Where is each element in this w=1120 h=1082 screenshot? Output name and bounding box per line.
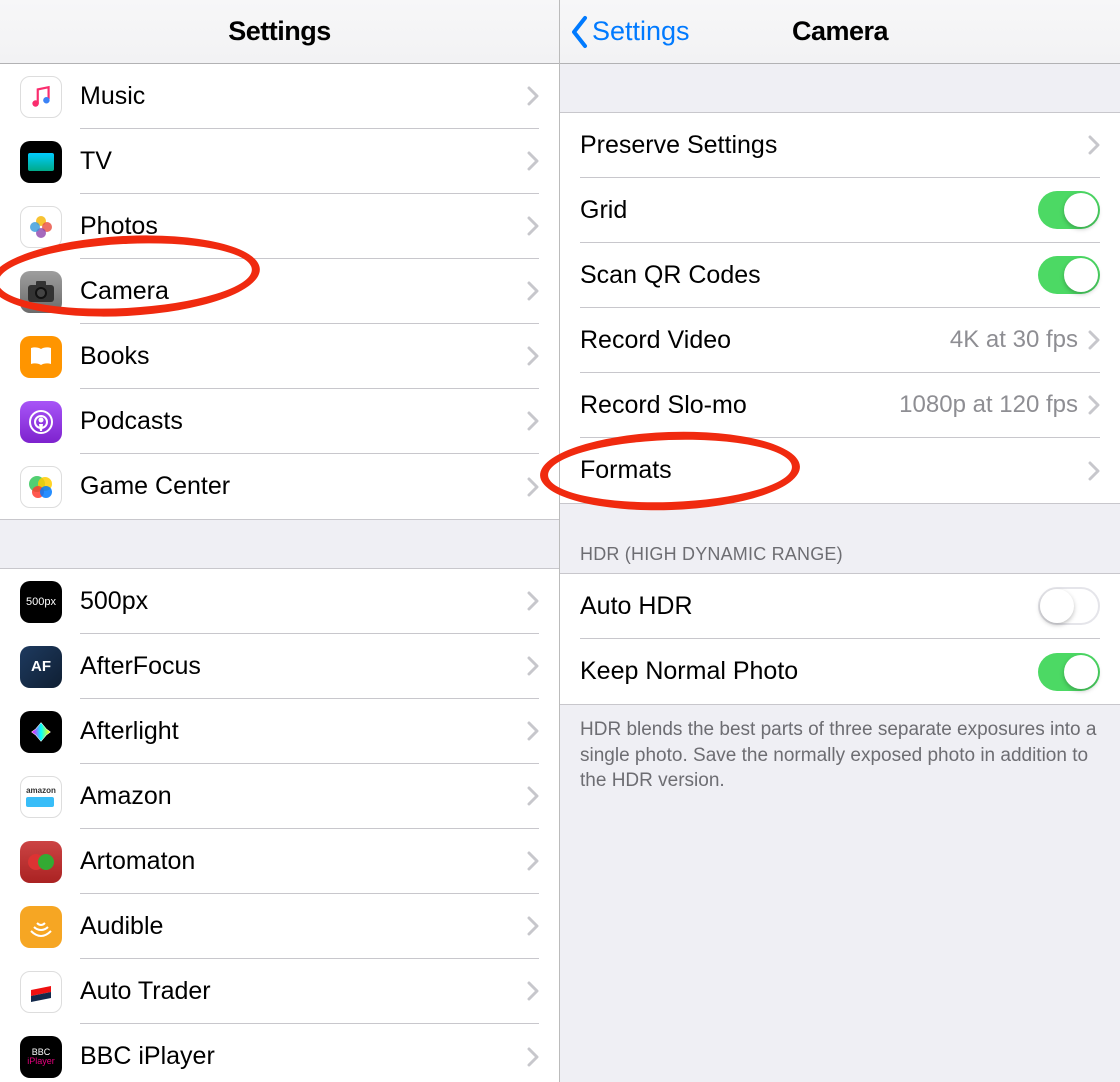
row-scan-qr[interactable]: Scan QR Codes: [560, 243, 1120, 308]
row-label: Formats: [580, 456, 1088, 485]
row-podcasts[interactable]: Podcasts: [0, 389, 559, 454]
row-record-video[interactable]: Record Video 4K at 30 fps: [560, 308, 1120, 373]
row-artomaton[interactable]: Artomaton: [0, 829, 559, 894]
books-icon: [20, 336, 62, 378]
chevron-right-icon: [1088, 395, 1100, 415]
toggle-auto-hdr[interactable]: [1038, 587, 1100, 625]
gamecenter-icon: [20, 466, 62, 508]
settings-list[interactable]: Music TV Photos Camera: [0, 64, 559, 1082]
chevron-right-icon: [527, 151, 539, 171]
toggle-scan-qr[interactable]: [1038, 256, 1100, 294]
row-afterfocus[interactable]: AF AfterFocus: [0, 634, 559, 699]
chevron-right-icon: [1088, 330, 1100, 350]
row-label: BBC iPlayer: [80, 1042, 527, 1071]
row-value: 4K at 30 fps: [950, 326, 1078, 354]
row-gamecenter[interactable]: Game Center: [0, 454, 559, 519]
toggle-keep-normal[interactable]: [1038, 653, 1100, 691]
app-icon-audible: [20, 906, 62, 948]
row-label: Game Center: [80, 472, 527, 501]
row-label: Audible: [80, 912, 527, 941]
navbar-camera: Settings Camera: [560, 0, 1120, 64]
chevron-right-icon: [527, 786, 539, 806]
chevron-right-icon: [527, 1047, 539, 1067]
row-label: Preserve Settings: [580, 131, 1088, 160]
chevron-right-icon: [527, 916, 539, 936]
row-label: Camera: [80, 277, 527, 306]
camera-icon: [20, 271, 62, 313]
row-label: Books: [80, 342, 527, 371]
chevron-right-icon: [1088, 135, 1100, 155]
row-preserve-settings[interactable]: Preserve Settings: [560, 113, 1120, 178]
row-audible[interactable]: Audible: [0, 894, 559, 959]
navbar-settings: Settings: [0, 0, 559, 64]
row-photos[interactable]: Photos: [0, 194, 559, 259]
app-icon-afterlight: [20, 711, 62, 753]
row-grid[interactable]: Grid: [560, 178, 1120, 243]
chevron-right-icon: [527, 86, 539, 106]
row-amazon[interactable]: amazon Amazon: [0, 764, 559, 829]
row-label: Afterlight: [80, 717, 527, 746]
row-500px[interactable]: 500px 500px: [0, 569, 559, 634]
row-formats[interactable]: Formats: [560, 438, 1120, 503]
row-label: Record Slo-mo: [580, 391, 899, 420]
navbar-title-settings: Settings: [228, 16, 331, 47]
app-icon-autotrader: [20, 971, 62, 1013]
chevron-right-icon: [527, 721, 539, 741]
tv-icon: [20, 141, 62, 183]
row-label: Podcasts: [80, 407, 527, 436]
row-auto-hdr[interactable]: Auto HDR: [560, 574, 1120, 639]
app-icon-500px: 500px: [20, 581, 62, 623]
row-books[interactable]: Books: [0, 324, 559, 389]
row-label: Record Video: [580, 326, 950, 355]
row-value: 1080p at 120 fps: [899, 391, 1078, 419]
row-bbc[interactable]: BBCiPlayer BBC iPlayer: [0, 1024, 559, 1082]
row-music[interactable]: Music: [0, 64, 559, 129]
row-label: 500px: [80, 587, 527, 616]
chevron-right-icon: [527, 216, 539, 236]
row-camera[interactable]: Camera: [0, 259, 559, 324]
app-icon-afterfocus: AF: [20, 646, 62, 688]
row-tv[interactable]: TV: [0, 129, 559, 194]
row-keep-normal[interactable]: Keep Normal Photo: [560, 639, 1120, 704]
row-label: Auto HDR: [580, 592, 1038, 621]
chevron-right-icon: [527, 477, 539, 497]
music-icon: [20, 76, 62, 118]
row-label: Scan QR Codes: [580, 261, 1038, 290]
app-icon-artomaton: [20, 841, 62, 883]
chevron-right-icon: [527, 981, 539, 1001]
settings-pane: Settings Music TV Photos: [0, 0, 560, 1082]
row-afterlight[interactable]: Afterlight: [0, 699, 559, 764]
chevron-right-icon: [527, 346, 539, 366]
back-button[interactable]: Settings: [570, 15, 690, 49]
chevron-right-icon: [1088, 461, 1100, 481]
chevron-right-icon: [527, 851, 539, 871]
chevron-right-icon: [527, 281, 539, 301]
row-autotrader[interactable]: Auto Trader: [0, 959, 559, 1024]
row-label: Amazon: [80, 782, 527, 811]
navbar-title-camera: Camera: [792, 16, 888, 47]
row-label: Auto Trader: [80, 977, 527, 1006]
row-label: Keep Normal Photo: [580, 657, 1038, 686]
section-footer-hdr: HDR blends the best parts of three separ…: [560, 705, 1120, 806]
photos-icon: [20, 206, 62, 248]
app-icon-bbc: BBCiPlayer: [20, 1036, 62, 1078]
row-label: Photos: [80, 212, 527, 241]
app-icon-amazon: amazon: [20, 776, 62, 818]
row-record-slomo[interactable]: Record Slo-mo 1080p at 120 fps: [560, 373, 1120, 438]
section-header-hdr: HDR (HIGH DYNAMIC RANGE): [560, 504, 1120, 573]
row-label: TV: [80, 147, 527, 176]
back-label: Settings: [592, 16, 690, 47]
toggle-grid[interactable]: [1038, 191, 1100, 229]
row-label: Artomaton: [80, 847, 527, 876]
chevron-right-icon: [527, 411, 539, 431]
camera-settings-pane: Settings Camera Preserve Settings Grid S…: [560, 0, 1120, 1082]
row-label: Music: [80, 82, 527, 111]
podcasts-icon: [20, 401, 62, 443]
chevron-right-icon: [527, 591, 539, 611]
row-label: Grid: [580, 196, 1038, 225]
chevron-right-icon: [527, 656, 539, 676]
row-label: AfterFocus: [80, 652, 527, 681]
